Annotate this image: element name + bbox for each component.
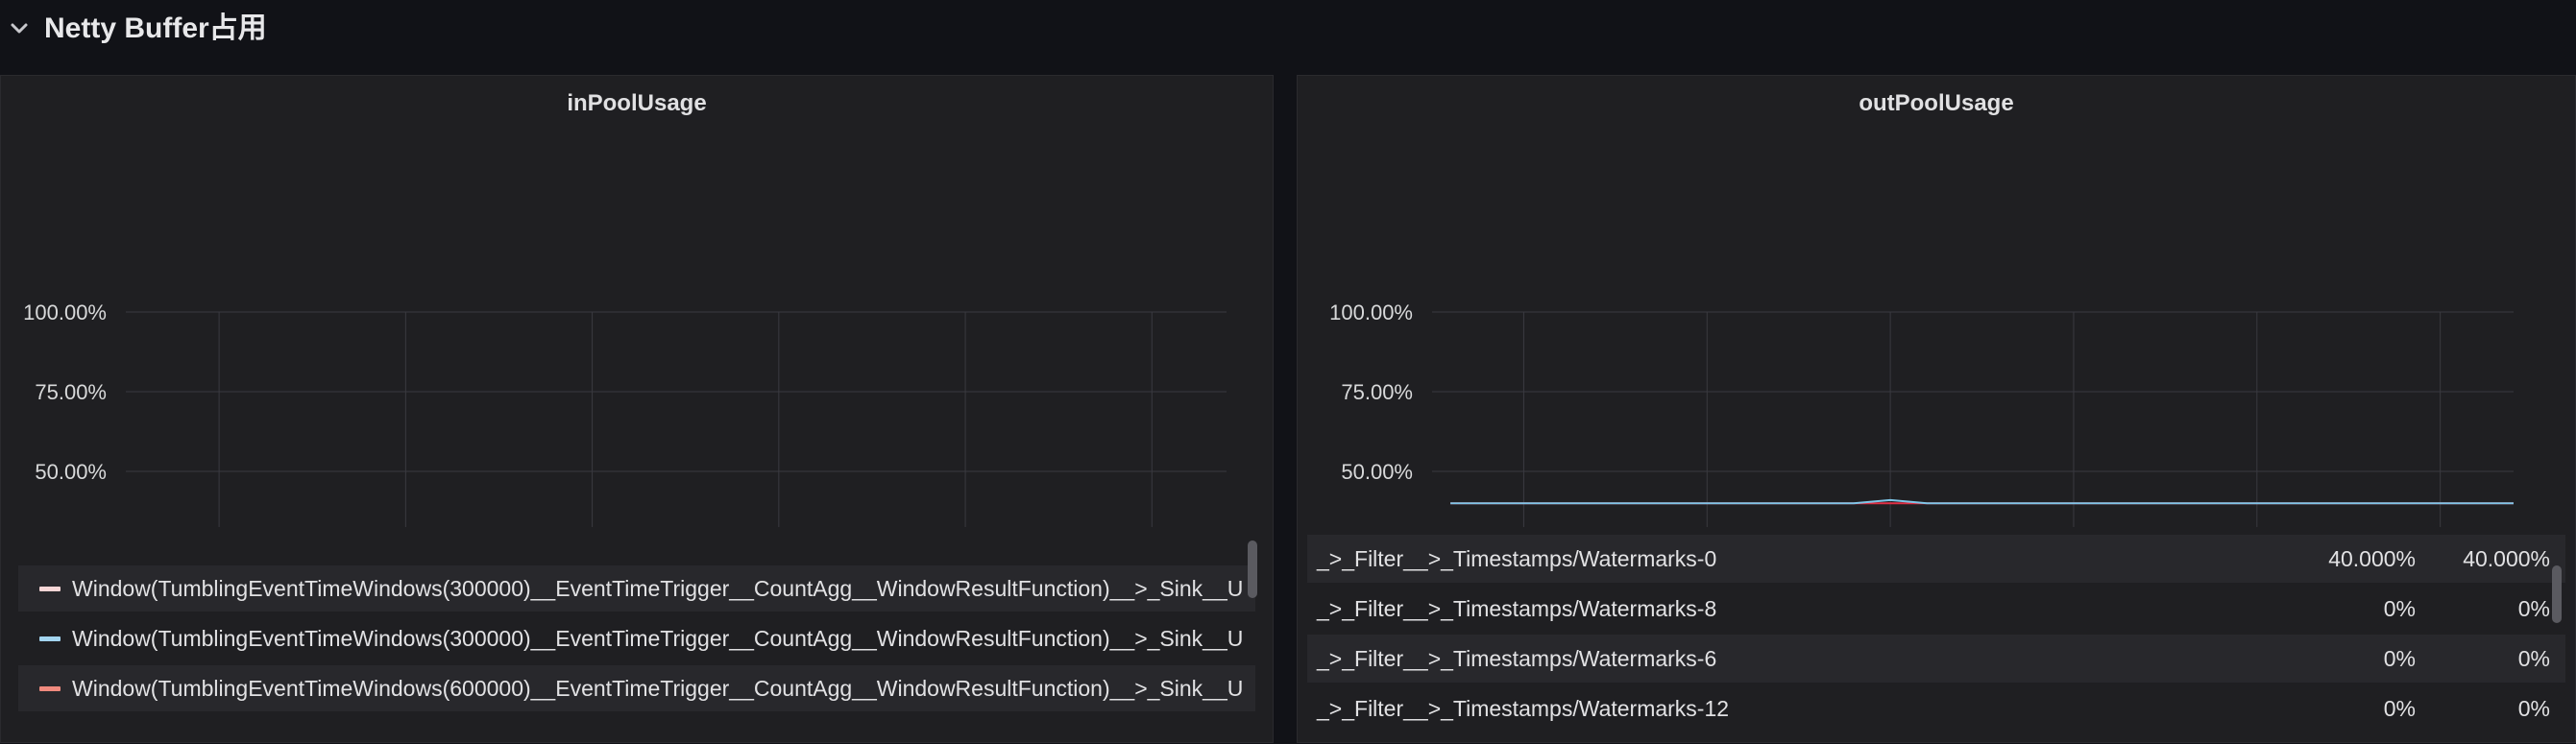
y-tick-label: 75.00% bbox=[1341, 380, 1413, 404]
series-name: _>_Filter__>_Timestamps/Watermarks-12 bbox=[1317, 696, 1730, 721]
series-swatch bbox=[39, 686, 61, 691]
legend-table-row[interactable]: _>_Filter__>_Timestamps/Watermarks-12 0%… bbox=[1307, 684, 2565, 732]
series-value-current: 0% bbox=[2383, 596, 2416, 621]
series-name: _>_Filter__>_Timestamps/Watermarks-0 bbox=[1317, 546, 1717, 571]
y-tick-label: 100.00% bbox=[23, 300, 107, 324]
chevron-down-icon[interactable] bbox=[8, 17, 31, 40]
row-header[interactable]: Netty Buffer占用 bbox=[0, 0, 2576, 61]
series-value-max: 0% bbox=[2517, 646, 2550, 671]
legend: Window(TumblingEventTimeWindows(300000)_… bbox=[18, 565, 1255, 744]
series-value-max: 0% bbox=[2517, 596, 2550, 621]
y-tick-label: 50.00% bbox=[35, 460, 107, 484]
series-value-current: 40.000% bbox=[2328, 546, 2416, 571]
row-title: Netty Buffer占用 bbox=[44, 12, 267, 44]
series-value-max: 40.000% bbox=[2463, 546, 2550, 571]
legend-item-label: Window(TumblingEventTimeWindows(300000)_… bbox=[72, 626, 1244, 651]
legend-item-label: Window(TumblingEventTimeWindows(600000)_… bbox=[72, 676, 1244, 701]
legend-item[interactable]: Window(TumblingEventTimeWindows(600000)_… bbox=[18, 665, 1255, 711]
in-pool-usage-chart: 100.00%75.00%50.00%25.00%0%10:1510:2010:… bbox=[23, 300, 1227, 527]
legend-item[interactable]: Window(TumblingEventTimeWindows(300000)_… bbox=[18, 565, 1255, 612]
series-value-current: 0% bbox=[2383, 696, 2416, 721]
series-value-current: 0% bbox=[2383, 646, 2416, 671]
legend-scrollbar[interactable] bbox=[1248, 540, 1257, 598]
legend-table-row[interactable]: _>_Filter__>_Timestamps/Watermarks-0 40.… bbox=[1307, 535, 2565, 583]
table-scrollbar[interactable] bbox=[2552, 565, 2562, 623]
y-tick-label: 100.00% bbox=[1329, 300, 1413, 324]
series-swatch bbox=[39, 636, 61, 641]
series-swatch bbox=[39, 587, 61, 591]
series-name: _>_Filter__>_Timestamps/Watermarks-6 bbox=[1317, 646, 1717, 671]
panel-in-pool-usage: inPoolUsage 100.00%75.00%50.00%25.00%0%1… bbox=[0, 75, 1274, 743]
series-value-max: 0% bbox=[2517, 696, 2550, 721]
series-line bbox=[1450, 498, 2514, 505]
legend-item-label: Window(TumblingEventTimeWindows(300000)_… bbox=[72, 576, 1244, 601]
out-pool-usage-chart: 100.00%75.00%50.00%25.00%0%10:1510:2010:… bbox=[1329, 300, 2514, 527]
panel-out-pool-usage: outPoolUsage 100.00%75.00%50.00%25.00%0%… bbox=[1297, 75, 2576, 743]
legend-table-row[interactable]: _>_Filter__>_Timestamps/Watermarks-8 0% … bbox=[1307, 585, 2565, 633]
legend-table-row[interactable]: _>_Filter__>_Timestamps/Watermarks-6 0% … bbox=[1307, 635, 2565, 683]
y-tick-label: 75.00% bbox=[35, 380, 107, 404]
series-name: _>_Filter__>_Timestamps/Watermarks-8 bbox=[1317, 596, 1717, 621]
y-tick-label: 50.00% bbox=[1341, 460, 1413, 484]
legend-item[interactable]: Window(TumblingEventTimeWindows(300000)_… bbox=[18, 615, 1255, 661]
